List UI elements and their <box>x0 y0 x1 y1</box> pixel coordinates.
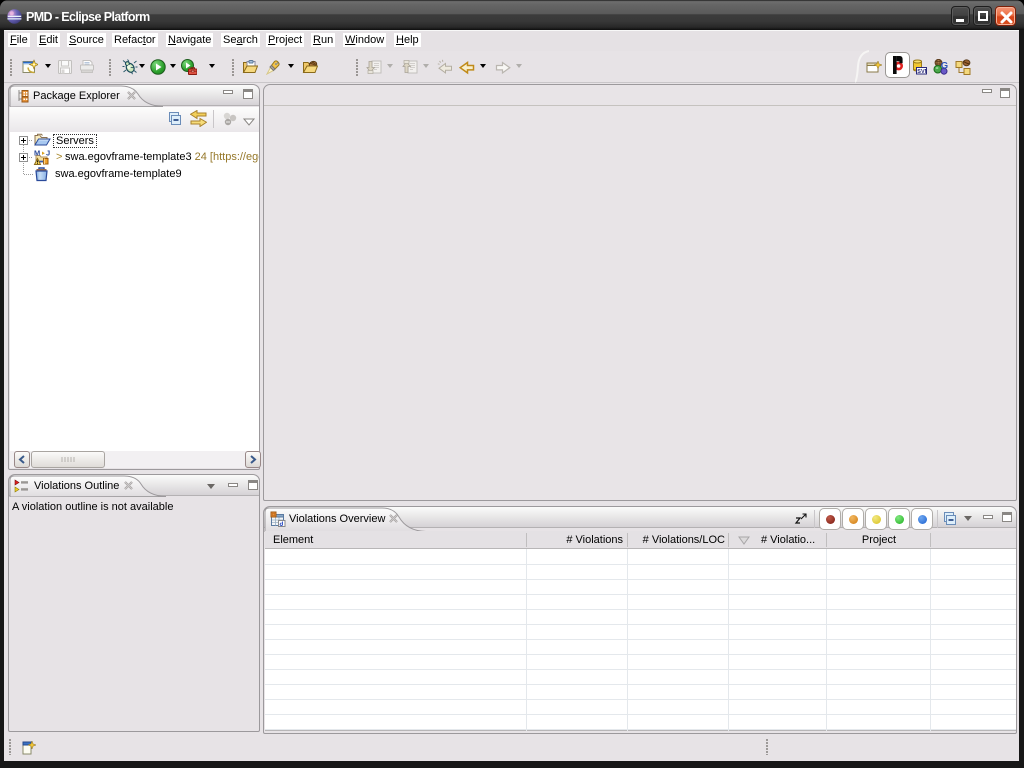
svg-text:G: G <box>941 60 948 71</box>
svg-text:J: J <box>46 149 50 158</box>
svg-text:SVN: SVN <box>917 69 927 75</box>
svg-text:M: M <box>34 149 40 158</box>
